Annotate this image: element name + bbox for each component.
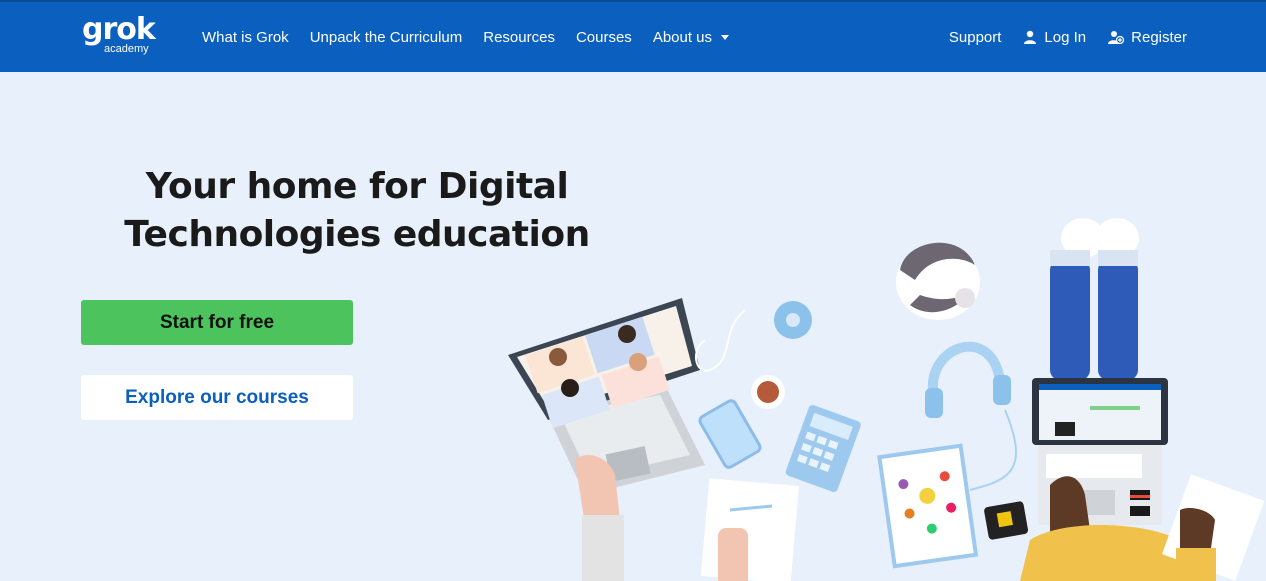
nav-resources[interactable]: Resources	[483, 29, 555, 46]
brainstorm-poster-image	[877, 443, 979, 569]
hero-title-line-1: Your home for Digital	[145, 166, 569, 207]
account-nav: Support Log In Register	[927, 2, 1187, 72]
grok-academy-logo[interactable]: grok academy	[82, 12, 156, 56]
nav-what-is-grok[interactable]: What is Grok	[202, 29, 289, 46]
phone-image	[698, 399, 762, 469]
top-navbar: grok academy What is Grok Unpack the Cur…	[0, 0, 1266, 72]
notebook-image	[700, 478, 800, 581]
start-for-free-button[interactable]: Start for free	[81, 300, 353, 345]
nav-about-us-label: About us	[652, 28, 713, 46]
nav-support[interactable]: Support	[949, 29, 1002, 46]
nav-unpack-curriculum[interactable]: Unpack the Curriculum	[310, 29, 463, 46]
nav-courses[interactable]: Courses	[576, 29, 632, 46]
logo-wordmark: grok	[82, 12, 156, 47]
user-plus-icon	[1108, 30, 1125, 44]
register-label: Register	[1131, 28, 1187, 46]
person-legs-image	[1050, 218, 1139, 380]
headphones-image	[928, 341, 1005, 402]
login-label: Log In	[1044, 28, 1087, 46]
register-link[interactable]: Register	[1108, 29, 1187, 46]
calculator-image	[785, 404, 861, 493]
login-link[interactable]: Log In	[1023, 29, 1086, 46]
chevron-down-icon	[721, 35, 730, 40]
sleeping-cat-image	[896, 242, 980, 320]
logo-subtitle: academy	[104, 43, 149, 55]
hero-illustration	[490, 210, 1266, 581]
main-nav: What is Grok Unpack the Curriculum Resou…	[202, 2, 750, 72]
explore-courses-button[interactable]: Explore our courses	[81, 375, 353, 420]
sleeve-image	[582, 515, 624, 581]
nav-about-us-dropdown[interactable]: About us	[652, 28, 730, 46]
user-icon	[1023, 30, 1037, 44]
